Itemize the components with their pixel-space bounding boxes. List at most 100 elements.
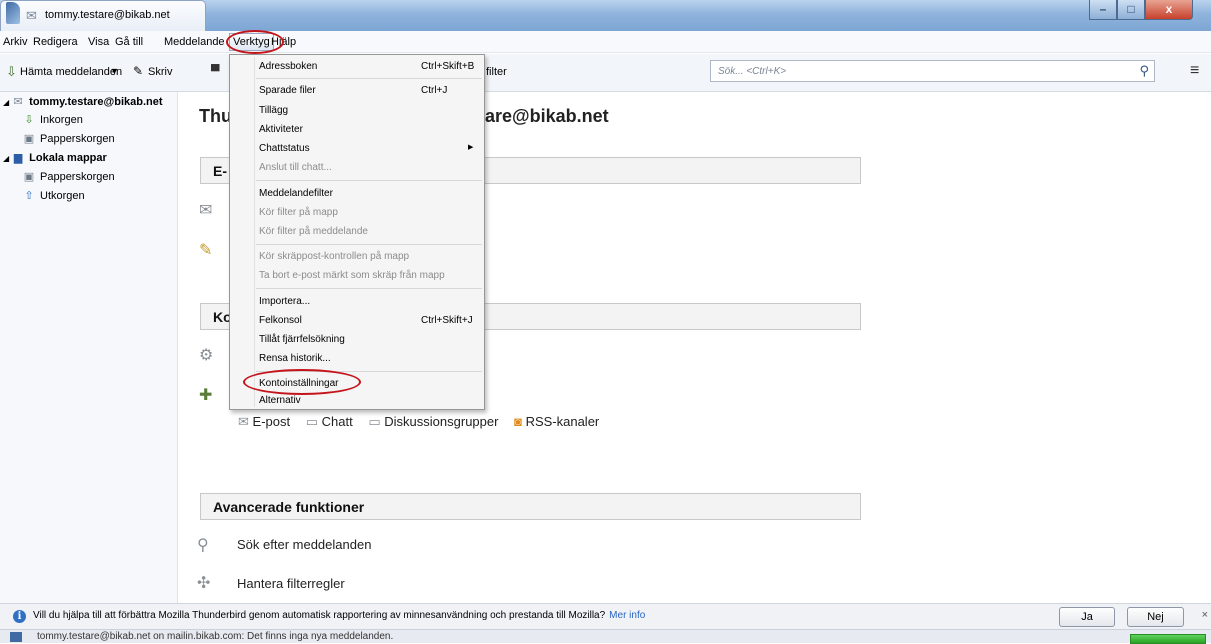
menu-item-aktiviteter[interactable]: Aktiviteter xyxy=(259,124,303,135)
folder-trash[interactable]: ▣ Papperskorgen xyxy=(22,132,115,145)
folder-label: Papperskorgen xyxy=(40,171,115,183)
menu-item-sparade-filer[interactable]: Sparade filer xyxy=(259,85,316,96)
title-bar: ✉ tommy.testare@bikab.net – □ x xyxy=(0,0,1211,31)
folder-inbox[interactable]: ⇩ Inkorgen xyxy=(22,113,83,126)
info-icon: i xyxy=(13,610,26,623)
menu-item-tillat-fjarrfelsokning[interactable]: Tillåt fjärrfelsökning xyxy=(259,334,345,345)
notification-text: Vill du hjälpa till att förbättra Mozill… xyxy=(33,610,646,621)
folder-label: Inkorgen xyxy=(40,114,83,126)
menu-item-kor-skrappost: Kör skräppost-kontrollen på mapp xyxy=(259,251,410,262)
compose-icon[interactable]: ✎ xyxy=(199,240,212,260)
yes-button[interactable]: Ja xyxy=(1059,607,1115,627)
status-bar: tommy.testare@bikab.net on mailin.bikab.… xyxy=(0,629,1211,644)
inbox-icon: ⇩ xyxy=(24,114,34,126)
folder-account[interactable]: ◢ ✉ tommy.testare@bikab.net xyxy=(3,95,163,108)
submenu-arrow-icon: ▶ xyxy=(468,144,474,151)
read-mail-icon[interactable]: ✉ xyxy=(199,200,212,220)
get-messages-icon: ⇩ xyxy=(6,64,17,79)
folder-outbox[interactable]: ⇧ Utkorgen xyxy=(22,189,85,202)
folder-label: Utkorgen xyxy=(40,190,85,202)
chat-icon: ▭ xyxy=(305,414,319,429)
toolbar: ⇩ Hämta meddelanden ▼ ✎ Skriv ▀ filter S… xyxy=(0,54,1211,92)
menu-item-adressboken[interactable]: Adressboken xyxy=(259,61,317,72)
menu-item-felkonsol[interactable]: Felkonsol xyxy=(259,315,302,326)
menu-bar: Arkiv Redigera Visa Gå till Meddelande V… xyxy=(0,31,1211,53)
folder-label: tommy.testare@bikab.net xyxy=(29,96,163,108)
close-icon[interactable]: × xyxy=(1202,609,1208,621)
search-box[interactable]: Sök... <Ctrl+K> ⚲ xyxy=(710,60,1155,82)
menu-item-alternativ[interactable]: Alternativ xyxy=(259,395,301,406)
app-menu-icon[interactable]: ≡ xyxy=(1190,62,1199,80)
menu-arkiv[interactable]: Arkiv xyxy=(3,36,27,48)
computer-icon: ▆ xyxy=(13,152,23,164)
minimize-button[interactable]: – xyxy=(1089,0,1117,20)
menu-redigera[interactable]: Redigera xyxy=(33,36,78,48)
menu-item-ta-bort-skrap: Ta bort e-post märkt som skräp från mapp xyxy=(259,270,445,281)
folder-label: Lokala mappar xyxy=(29,152,107,164)
title-left: Thu xyxy=(199,106,232,126)
menu-separator xyxy=(256,180,482,181)
thunderbird-logo-icon xyxy=(6,2,20,24)
email-icon: ✉ xyxy=(238,414,249,429)
section-header: E- xyxy=(213,163,227,179)
filter-button-label[interactable]: filter xyxy=(486,66,507,78)
menu-visa[interactable]: Visa xyxy=(88,36,109,48)
search-messages-link[interactable]: Sök efter meddelanden xyxy=(237,537,371,552)
trash-icon: ▣ xyxy=(23,171,35,183)
menu-ga-till[interactable]: Gå till xyxy=(115,36,143,48)
envelope-icon: ✉ xyxy=(13,96,23,108)
menu-item-rensa-historik[interactable]: Rensa historik... xyxy=(259,353,331,364)
write-button[interactable]: Skriv xyxy=(148,66,172,78)
window-controls: – □ x xyxy=(1089,0,1201,21)
account-type-newsgroups[interactable]: Diskussionsgrupper xyxy=(384,414,498,429)
section-advanced: Avancerade funktioner xyxy=(200,493,861,520)
menu-item-chattstatus[interactable]: Chattstatus xyxy=(259,143,310,154)
section-header: Avancerade funktioner xyxy=(213,499,365,515)
shortcut-adressboken: Ctrl+Skift+B xyxy=(421,61,475,72)
account-type-chat[interactable]: Chatt xyxy=(322,414,353,429)
more-info-link[interactable]: Mer info xyxy=(609,610,645,621)
menu-separator xyxy=(256,78,482,79)
trash-icon: ▣ xyxy=(23,133,35,145)
menu-separator xyxy=(256,244,482,245)
add-account-icon[interactable]: ✚ xyxy=(199,385,212,405)
menu-item-anslut-till-chatt: Anslut till chatt... xyxy=(259,162,332,173)
chevron-down-icon[interactable]: ▼ xyxy=(110,66,119,76)
manage-filters-link[interactable]: Hantera filterregler xyxy=(237,576,345,591)
menu-item-kor-filter-pa-meddelande: Kör filter på meddelande xyxy=(259,226,368,237)
folder-pane: ◢ ✉ tommy.testare@bikab.net ⇩ Inkorgen ▣ Pap… xyxy=(0,92,178,633)
menu-item-kor-filter-pa-mapp: Kör filter på mapp xyxy=(259,207,338,218)
pencil-icon: ✎ xyxy=(133,64,144,78)
menu-item-meddelandefilter[interactable]: Meddelandefilter xyxy=(259,188,333,199)
shortcut-felkonsol: Ctrl+Skift+J xyxy=(421,315,473,326)
notification-bar: i Vill du hjälpa till att förbättra Mozi… xyxy=(0,603,1211,629)
no-button[interactable]: Nej xyxy=(1127,607,1184,627)
folder-label: Papperskorgen xyxy=(40,133,115,145)
tab-title: tommy.testare@bikab.net xyxy=(45,9,170,21)
filter-rules-icon: ✣ xyxy=(197,575,211,592)
chat-icon[interactable]: ▀ xyxy=(211,64,220,78)
expand-arrow-icon[interactable]: ◢ xyxy=(3,154,9,163)
menu-meddelande[interactable]: Meddelande xyxy=(164,36,225,48)
get-messages-button[interactable]: Hämta meddelanden xyxy=(20,66,122,78)
tools-menu: Adressboken Ctrl+Skift+B Sparade filer C… xyxy=(229,54,485,410)
maximize-button[interactable]: □ xyxy=(1117,0,1145,20)
gear-icon[interactable]: ⚙ xyxy=(199,345,213,365)
menu-separator xyxy=(256,288,482,289)
status-icon xyxy=(10,632,22,642)
account-tab[interactable]: ✉ tommy.testare@bikab.net xyxy=(0,0,206,31)
expand-arrow-icon[interactable]: ◢ xyxy=(3,98,9,107)
account-type-rss[interactable]: RSS-kanaler xyxy=(526,414,600,429)
menu-item-tillagg[interactable]: Tillägg xyxy=(259,105,288,116)
title-right: stare@bikab.net xyxy=(469,106,609,126)
folder-local-trash[interactable]: ▣ Papperskorgen xyxy=(22,170,115,183)
folder-local[interactable]: ◢ ▆ Lokala mappar xyxy=(3,151,107,164)
search-icon: ⚲ xyxy=(197,537,209,554)
search-icon[interactable]: ⚲ xyxy=(1139,63,1149,79)
close-window-button[interactable]: x xyxy=(1145,0,1193,20)
menu-item-importera[interactable]: Importera... xyxy=(259,296,310,307)
highlight-circle-verktyg xyxy=(226,30,284,54)
newsgroup-icon: ▭ xyxy=(368,414,381,429)
search-input[interactable]: Sök... <Ctrl+K> xyxy=(718,66,786,77)
account-type-email[interactable]: E-post xyxy=(253,414,291,429)
